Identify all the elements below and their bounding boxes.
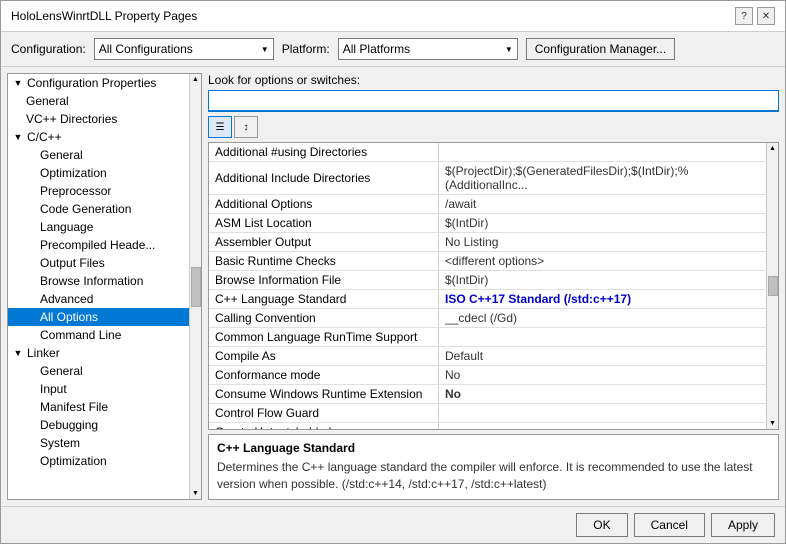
search-section: Look for options or switches: [208, 73, 779, 112]
platform-label: Platform: [282, 42, 330, 56]
table-row: Additional #using Directories [209, 143, 766, 162]
table-row: Conformance mode No [209, 366, 766, 385]
tree-item-system[interactable]: System [8, 434, 189, 452]
sort-icon: ↕ [244, 122, 249, 133]
tree-item-debugging[interactable]: Debugging [8, 416, 189, 434]
table-row: ASM List Location $(IntDir) [209, 214, 766, 233]
tree-item-preprocessor[interactable]: Preprocessor [8, 182, 189, 200]
tree-item-browse-info[interactable]: Browse Information [8, 272, 189, 290]
ok-button[interactable]: OK [576, 513, 627, 537]
expand-icon-linker: ▼ [12, 347, 24, 359]
search-input[interactable] [208, 90, 779, 112]
tree-item-linker[interactable]: ▼ Linker [8, 344, 189, 362]
table-row: Basic Runtime Checks <different options> [209, 252, 766, 271]
table-row: Calling Convention __cdecl (/Gd) [209, 309, 766, 328]
tree-item-input[interactable]: Input [8, 380, 189, 398]
cancel-button[interactable]: Cancel [634, 513, 705, 537]
tree-item-config-props[interactable]: ▼ Configuration Properties [8, 74, 189, 92]
config-label: Configuration: [11, 42, 86, 56]
description-text: Determines the C++ language standard the… [217, 459, 770, 493]
platform-dropdown[interactable]: All Platforms ▼ [338, 38, 518, 60]
description-box: C++ Language Standard Determines the C++… [208, 434, 779, 500]
list-icon: ☰ [216, 122, 225, 133]
tree-panel: ▼ Configuration Properties General VC++ … [8, 74, 189, 499]
sort-button[interactable]: ↕ [234, 116, 258, 138]
configuration-dropdown[interactable]: All Configurations ▼ [94, 38, 274, 60]
main-content: ▼ Configuration Properties General VC++ … [1, 67, 785, 506]
table-row: Create Hotpatchable Image [209, 423, 766, 429]
config-dropdown-arrow: ▼ [261, 45, 269, 54]
tree-item-linker-general[interactable]: General [8, 362, 189, 380]
title-bar-controls: ? ✕ [735, 7, 775, 25]
expand-icon: ▼ [12, 77, 24, 89]
tree-item-all-options[interactable]: All Options [8, 308, 189, 326]
tree-item-code-generation[interactable]: Code Generation [8, 200, 189, 218]
tree-item-cpp[interactable]: ▼ C/C++ [8, 128, 189, 146]
table-scroll-down[interactable]: ▼ [769, 420, 776, 427]
apply-button[interactable]: Apply [711, 513, 775, 537]
table-row-cpp-standard: C++ Language Standard ISO C++17 Standard… [209, 290, 766, 309]
tree-item-precompiled-headers[interactable]: Precompiled Heade... [8, 236, 189, 254]
list-view-button[interactable]: ☰ [208, 116, 232, 138]
tree-item-general[interactable]: General [8, 92, 189, 110]
right-panel: Look for options or switches: ☰ ↕ Additi… [208, 73, 779, 500]
properties-table: Additional #using Directories Additional… [209, 143, 766, 429]
platform-dropdown-arrow: ▼ [505, 45, 513, 54]
table-row: Browse Information File $(IntDir) [209, 271, 766, 290]
expand-icon-cpp: ▼ [12, 131, 24, 143]
table-scrollbar[interactable]: ▲ ▼ [766, 143, 778, 429]
tree-item-optimization[interactable]: Optimization [8, 164, 189, 182]
tree-item-language[interactable]: Language [8, 218, 189, 236]
toolbar-row: ☰ ↕ [208, 116, 779, 138]
description-title: C++ Language Standard [217, 441, 770, 455]
tree-item-linker-optimization[interactable]: Optimization [8, 452, 189, 470]
table-row: Additional Include Directories $(Project… [209, 162, 766, 195]
table-row: Consume Windows Runtime Extension No [209, 385, 766, 404]
tree-item-manifest-file[interactable]: Manifest File [8, 398, 189, 416]
tree-item-command-line[interactable]: Command Line [8, 326, 189, 344]
search-label: Look for options or switches: [208, 73, 779, 87]
table-row: Common Language RunTime Support [209, 328, 766, 347]
close-button[interactable]: ✕ [757, 7, 775, 25]
table-row: Compile As Default [209, 347, 766, 366]
table-row: Assembler Output No Listing [209, 233, 766, 252]
tree-scroll-up[interactable]: ▲ [192, 76, 199, 83]
table-row: Additional Options /await [209, 195, 766, 214]
bottom-bar: OK Cancel Apply [1, 506, 785, 543]
config-bar: Configuration: All Configurations ▼ Plat… [1, 32, 785, 67]
property-pages-dialog: HoloLensWinrtDLL Property Pages ? ✕ Conf… [0, 0, 786, 544]
tree-item-advanced[interactable]: Advanced [8, 290, 189, 308]
help-button[interactable]: ? [735, 7, 753, 25]
config-manager-button[interactable]: Configuration Manager... [526, 38, 675, 60]
tree-item-cpp-general[interactable]: General [8, 146, 189, 164]
table-scroll-up[interactable]: ▲ [769, 145, 776, 152]
tree-item-output-files[interactable]: Output Files [8, 254, 189, 272]
tree-scroll-down[interactable]: ▼ [192, 490, 199, 497]
title-bar: HoloLensWinrtDLL Property Pages ? ✕ [1, 1, 785, 32]
dialog-title: HoloLensWinrtDLL Property Pages [11, 9, 197, 23]
tree-item-vc-directories[interactable]: VC++ Directories [8, 110, 189, 128]
table-row: Control Flow Guard [209, 404, 766, 423]
